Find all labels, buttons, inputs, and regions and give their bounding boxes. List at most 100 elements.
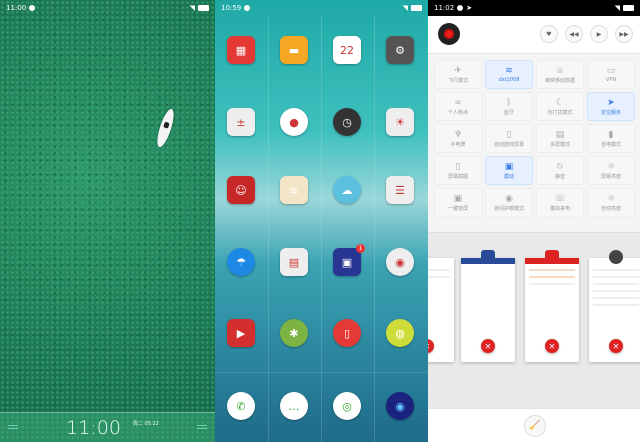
app-calendar[interactable]: 22 (333, 36, 361, 64)
toggle-label: 一键锁屏 (447, 205, 468, 212)
previous-button[interactable]: ◀◀ (565, 25, 583, 43)
toggle-icon: ≋ (505, 66, 513, 76)
toggle-tile[interactable]: ▯ 自动旋转屏幕 (485, 124, 533, 153)
toggle-icon: ▣ (453, 193, 463, 204)
toggle-icon: ▣ (504, 161, 514, 172)
app-music-player[interactable]: ◉ (386, 248, 414, 276)
battery-icon (411, 5, 422, 11)
toggle-label: 自动亮度 (600, 205, 621, 212)
toggle-icon: ✈ (454, 65, 462, 76)
like-button[interactable]: ♥ (540, 25, 558, 43)
toggle-label: 静音 (554, 173, 565, 180)
lock-clock: 11:00 (66, 416, 121, 439)
toggle-label: dxt1008 (498, 77, 520, 83)
recent-apps: ✕ ✕ ✕ ✕ (428, 232, 640, 408)
toggle-tile[interactable]: ☼ 自动亮度 (587, 188, 635, 217)
toggle-tile[interactable]: ⍝ 蜂窝移动数据 (536, 60, 584, 89)
app-file-manager[interactable]: ▤ (280, 248, 308, 276)
wifi-icon: ◥ (402, 4, 408, 12)
close-app-button[interactable]: ✕ (428, 339, 434, 353)
toggle-label: 定位服务 (600, 109, 621, 116)
recent-app-card[interactable]: ✕ (461, 250, 515, 362)
battery-icon (623, 5, 634, 11)
wifi-icon: ◥ (189, 4, 195, 12)
toggle-tile[interactable]: ➤ 定位服务 (587, 92, 635, 121)
recent-app-card[interactable]: ✕ (428, 258, 454, 362)
toggle-tile[interactable]: ✈ 飞行模式 (434, 60, 482, 89)
toggle-tile[interactable]: ▣ 震动 (485, 156, 533, 185)
app-contacts[interactable]: ☺ (227, 176, 255, 204)
toggle-icon: ⍝ (557, 65, 563, 76)
video-icon: ▶ (236, 326, 246, 340)
app-notes[interactable]: ≡ (280, 176, 308, 204)
dock-wechat[interactable]: ◎ (333, 392, 361, 420)
recent-app-card[interactable]: ✕ (589, 250, 640, 362)
status-time: 11:02 (434, 4, 455, 12)
radio-icon: ◍ (395, 326, 405, 340)
toggle-label: 屏幕亮度 (600, 173, 621, 180)
play-button[interactable]: ▶ (590, 25, 608, 43)
toggle-label: 多屏模式 (549, 141, 570, 148)
toggle-tile[interactable]: ☼ 屏幕亮度 (587, 156, 635, 185)
close-app-button[interactable]: ✕ (481, 339, 495, 353)
app-settings[interactable]: ⚙ (386, 36, 414, 64)
toggle-icon: ▤ (555, 129, 565, 140)
app-app-store[interactable]: ▦ (227, 36, 255, 64)
app-browser[interactable]: ☂ (227, 248, 255, 276)
toggle-tile[interactable]: ▮ 省电模式 (587, 124, 635, 153)
app-android[interactable]: ✱ (280, 319, 308, 347)
recent-app-card[interactable]: ✕ (525, 250, 579, 362)
toggle-tile[interactable]: ⍉ 静音 (536, 156, 584, 185)
dock-camera[interactable]: ◉ (386, 392, 414, 420)
toggle-tile[interactable]: ▭ VPN (587, 60, 635, 89)
toggle-label: 手电筒 (450, 141, 466, 148)
toggle-icon: ▮ (608, 129, 614, 140)
app-toggles[interactable]: ☰ (386, 176, 414, 204)
app-gallery[interactable]: ▬ (280, 36, 308, 64)
contacts-icon: ☺ (235, 183, 247, 197)
toggle-tile[interactable]: ▤ 多屏模式 (536, 124, 584, 153)
toggle-icon: ➤ (607, 97, 615, 108)
app-display-settings[interactable]: ☀ (386, 108, 414, 136)
toggle-label: 模拟来电 (549, 205, 570, 212)
app-security[interactable]: ▣ 1 (333, 244, 365, 276)
grip-left-icon[interactable] (8, 425, 18, 429)
close-app-button[interactable]: ✕ (545, 339, 559, 353)
app-calculator[interactable]: ± (227, 108, 255, 136)
app-video[interactable]: ▶ (227, 319, 255, 347)
toggle-label: 屏幕截图 (447, 173, 468, 180)
next-button[interactable]: ▶▶ (615, 25, 633, 43)
toggle-tile[interactable]: ᛒ 蓝牙 (485, 92, 533, 121)
toggle-tile[interactable]: ▣ 一键锁屏 (434, 188, 482, 217)
toggle-tile[interactable]: ☾ 勿打扰模式 (536, 92, 584, 121)
app-weather[interactable]: ☁ (333, 176, 361, 204)
water-wallpaper (0, 0, 215, 442)
close-app-button[interactable]: ✕ (609, 339, 623, 353)
dock-phone[interactable]: ✆ (227, 392, 255, 420)
status-bar: 10:59 ◥ (215, 0, 428, 16)
control-center: 11:02 ➤ ◥ ♥ ◀◀ ▶ ▶▶ ✈ 飞行模式 ≋ dxt1008 ⍝ 蜂窝移动数据 ▭… (428, 0, 640, 442)
bottom-bar: 🧹 (428, 408, 640, 442)
toggle-tile[interactable]: ◉ 夜间护眼模式 (485, 188, 533, 217)
notification-badge: 1 (356, 244, 365, 253)
grip-right-icon[interactable] (197, 425, 207, 429)
toggle-tile[interactable]: ▯ 屏幕截图 (434, 156, 482, 185)
app-music[interactable]: ● (280, 108, 308, 136)
toggle-tile[interactable]: ♆ 手电筒 (434, 124, 482, 153)
app-icon (545, 250, 559, 264)
lock-bar[interactable]: 11:00 周二 05.22 (0, 412, 215, 442)
settings-status-icon (457, 5, 464, 11)
app-phone-manager[interactable]: ▯ (333, 319, 361, 347)
toggle-tile[interactable]: ∞ 个人热点 (434, 92, 482, 121)
toggle-label: 夜间护眼模式 (493, 205, 524, 212)
album-disc-icon[interactable] (438, 23, 460, 45)
app-radio[interactable]: ◍ (386, 319, 414, 347)
app-clock[interactable]: ◷ (333, 108, 361, 136)
notes-icon: ≡ (289, 183, 299, 197)
toggle-tile[interactable]: ☏ 模拟来电 (536, 188, 584, 217)
gallery-icon: ▬ (288, 43, 300, 57)
clean-all-button[interactable]: 🧹 (524, 415, 546, 437)
toggle-icon: ▯ (506, 129, 512, 140)
toggle-tile[interactable]: ≋ dxt1008 (485, 60, 533, 89)
dock-messages[interactable]: … (280, 392, 308, 420)
